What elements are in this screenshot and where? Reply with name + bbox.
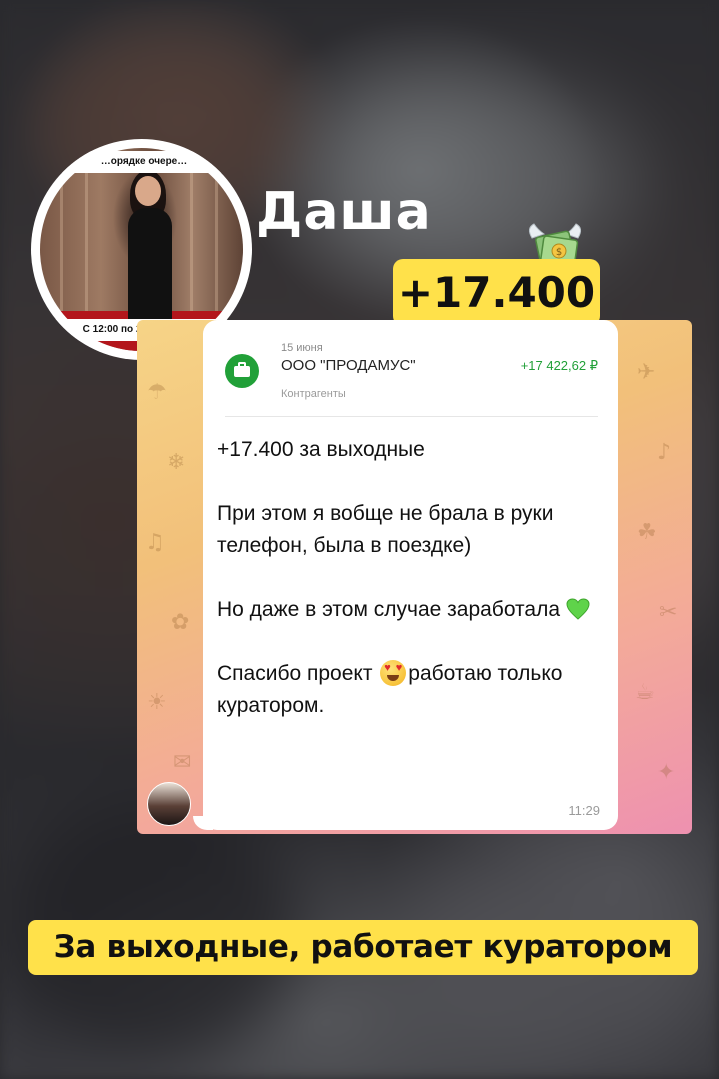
avatar-caption-top: …орядке очере… xyxy=(59,151,229,173)
amount-badge: +17.400 xyxy=(393,259,600,326)
message-line: Спасибо проект работаю только куратором. xyxy=(217,658,602,722)
transaction-date: 15 июня xyxy=(281,342,323,354)
message-line: +17.400 за выходные xyxy=(217,438,425,461)
message-text: +17.400 за выходные При этом я вобще не … xyxy=(217,434,602,722)
green-heart-icon xyxy=(566,598,590,620)
bottom-banner: За выходные, работает куратором xyxy=(28,920,698,975)
message-line: При этом я вобще не брала в руки телефон… xyxy=(217,502,554,557)
svg-text:$: $ xyxy=(556,247,562,258)
message-line: Но даже в этом случае заработала xyxy=(217,594,602,626)
chat-screenshot: ☂ ❄ ♫ ✿ ☀ ✉ ✈ ♪ ☘ ✂ ☕ ✦ 15 июня ООО "ПРО… xyxy=(137,320,692,834)
divider xyxy=(225,416,598,417)
sender-avatar xyxy=(147,782,191,826)
transaction-subtitle: Контрагенты xyxy=(281,388,346,400)
transaction-sum: +17 422,62 ₽ xyxy=(520,358,598,373)
transaction-company: ООО "ПРОДАМУС" xyxy=(281,357,416,374)
briefcase-icon xyxy=(225,354,259,388)
heart-eyes-emoji-icon xyxy=(380,660,407,686)
message-time: 11:29 xyxy=(568,803,600,818)
person-name: Даша xyxy=(256,182,432,242)
message-bubble: 15 июня ООО "ПРОДАМУС" +17 422,62 ₽ Конт… xyxy=(203,320,618,830)
